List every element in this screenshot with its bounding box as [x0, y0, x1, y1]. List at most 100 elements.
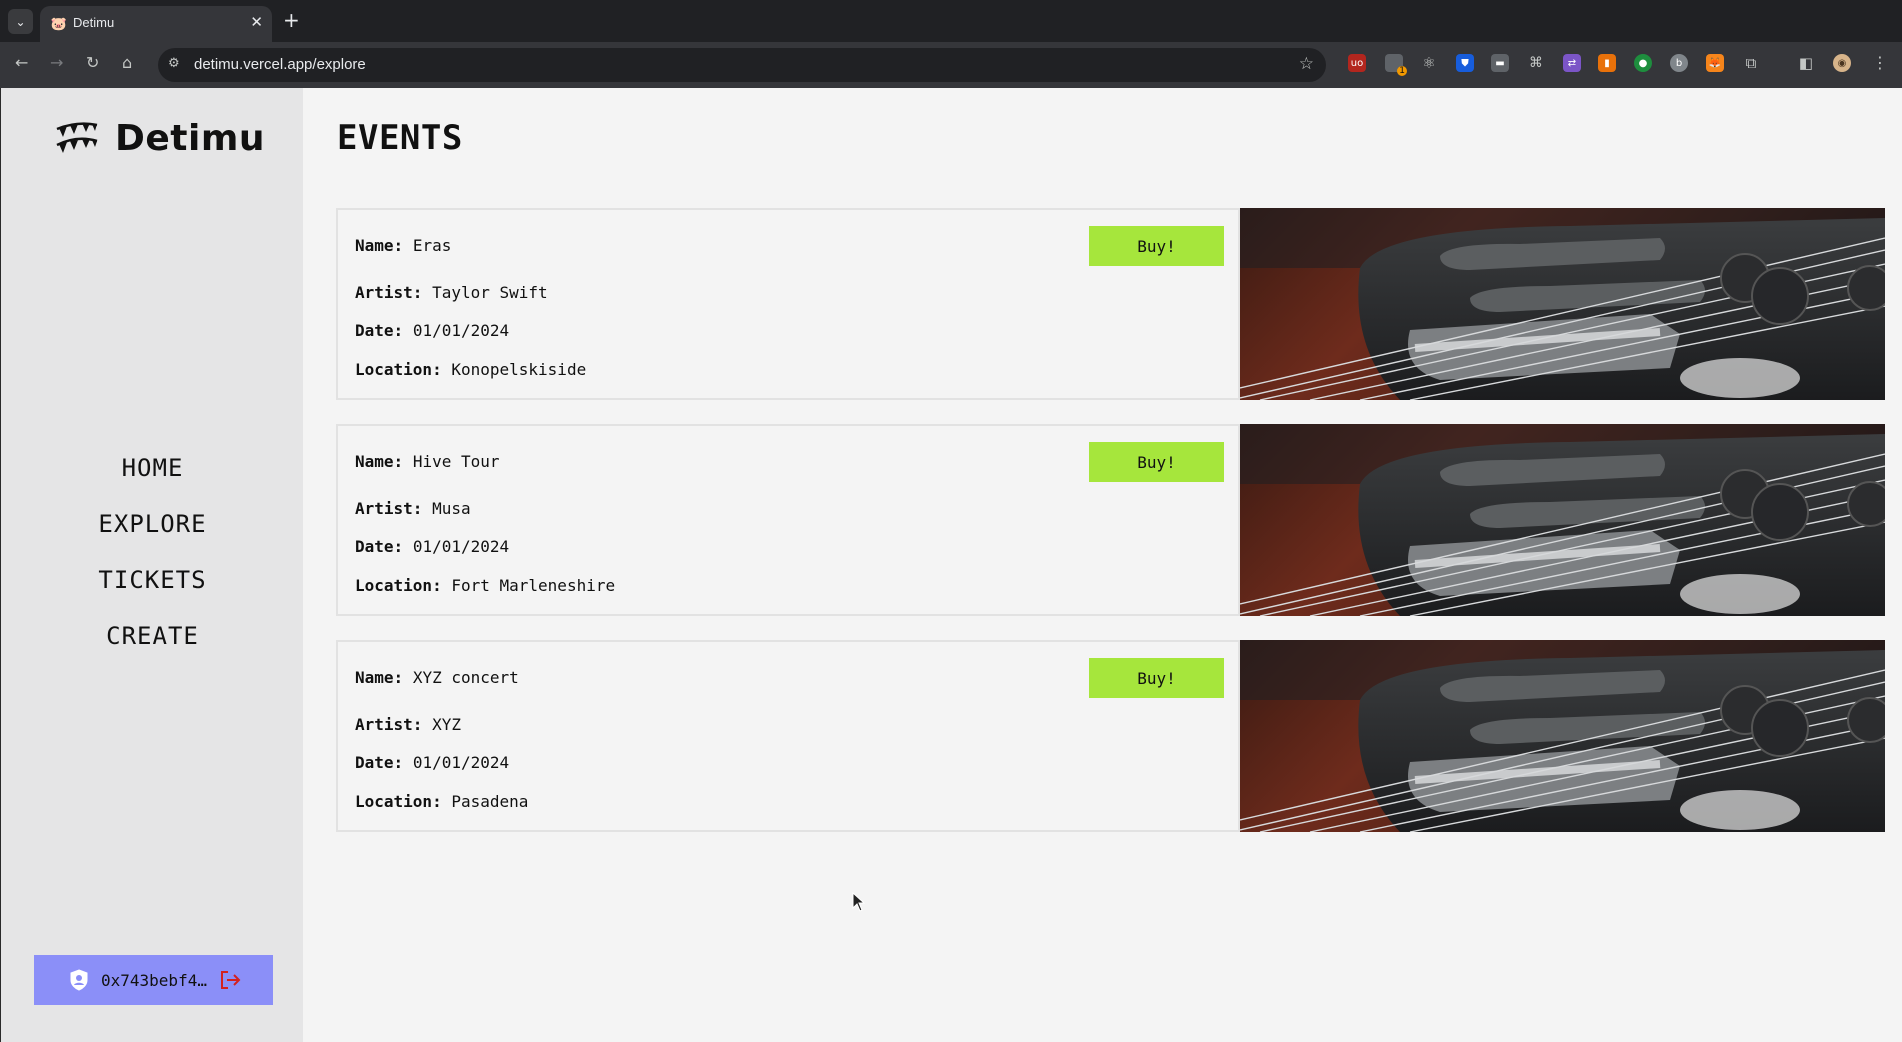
event-location-row: Location: Konopelskiside [355, 360, 586, 379]
logout-icon[interactable] [219, 970, 241, 990]
brand-name: Detimu [115, 118, 265, 159]
main-content: EVENTS [337, 118, 463, 158]
name-label: Name: [355, 668, 404, 687]
wallet-extension-icon[interactable]: ▬ [1491, 54, 1509, 72]
event-artist-row: Artist: XYZ [355, 715, 461, 734]
event-artist: Musa [432, 499, 471, 518]
event-card: Name: Eras Artist: Taylor Swift Date: 01… [336, 208, 1885, 400]
event-name: Hive Tour [412, 452, 500, 471]
event-card: Name: Hive Tour Artist: Musa Date: 01/01… [336, 424, 1885, 616]
event-card: Name: XYZ concert Artist: XYZ Date: 01/0… [336, 640, 1885, 832]
home-icon[interactable]: ⌂ [122, 53, 132, 72]
event-name: Eras [412, 236, 452, 255]
shield-user-icon [70, 969, 88, 991]
event-artist: XYZ [432, 715, 461, 734]
url-text[interactable]: detimu.vercel.app/explore [194, 56, 366, 73]
event-artist-row: Artist: Musa [355, 499, 471, 518]
location-label: Location: [355, 576, 442, 595]
location-label: Location: [355, 360, 442, 379]
wallet-address: 0x743bebf4… [101, 970, 207, 990]
page-title: EVENTS [337, 118, 463, 158]
green-extension-icon[interactable]: ● [1634, 54, 1652, 72]
forward-icon[interactable]: → [50, 53, 63, 72]
nav-home[interactable]: HOME [1, 454, 304, 510]
tab-title: Detimu [73, 15, 115, 30]
tab-strip: ⌄ 🐷 Detimu ✕ + [0, 0, 1902, 42]
site-settings-icon[interactable]: ⚙ [168, 56, 180, 71]
event-location: Pasadena [451, 792, 529, 811]
event-location: Konopelskiside [451, 360, 587, 379]
event-info: Name: XYZ concert Artist: XYZ Date: 01/0… [336, 640, 1240, 832]
bunting-flags-icon [56, 121, 98, 153]
date-label: Date: [355, 537, 404, 556]
page: Detimu HOME EXPLORE TICKETS CREATE 0x743… [0, 88, 1902, 1042]
date-label: Date: [355, 753, 404, 772]
name-label: Name: [355, 452, 404, 471]
event-image [1240, 208, 1885, 400]
browser-tab[interactable]: 🐷 Detimu ✕ [40, 6, 272, 42]
bitwarden-icon[interactable]: ⛊ [1456, 54, 1474, 72]
extensions-puzzle-icon[interactable]: ⧉ [1742, 54, 1760, 72]
nav-explore[interactable]: EXPLORE [1, 510, 304, 566]
pig-icon: 🐷 [50, 16, 68, 32]
event-info: Name: Eras Artist: Taylor Swift Date: 01… [336, 208, 1240, 400]
event-location: Fort Marleneshire [451, 576, 616, 595]
location-label: Location: [355, 792, 442, 811]
event-name-row: Name: Hive Tour [355, 452, 500, 471]
workflow-extension-icon[interactable]: ⇄ [1563, 54, 1581, 72]
event-date: 01/01/2024 [412, 321, 510, 340]
artist-label: Artist: [355, 283, 423, 302]
event-artist: Taylor Swift [432, 283, 548, 302]
side-panel-icon[interactable]: ◧ [1797, 54, 1815, 72]
event-location-row: Location: Pasadena [355, 792, 528, 811]
new-tab-icon[interactable]: + [283, 8, 300, 32]
trash-extension-icon[interactable]: ▮ [1598, 54, 1616, 72]
guitar-photo [1240, 424, 1885, 616]
browser-chrome: ⌄ 🐷 Detimu ✕ + ← → ↻ ⌂ ⚙ detimu.vercel.a… [0, 0, 1902, 88]
command-icon[interactable]: ⌘ [1527, 54, 1545, 72]
date-label: Date: [355, 321, 404, 340]
nav-create[interactable]: CREATE [1, 622, 304, 678]
metamask-fox-icon[interactable]: 🦊 [1706, 54, 1724, 72]
buy-button[interactable]: Buy! [1089, 226, 1224, 266]
back-icon[interactable]: ← [15, 53, 28, 72]
sidebar: Detimu HOME EXPLORE TICKETS CREATE 0x743… [0, 88, 303, 1042]
reload-icon[interactable]: ↻ [86, 53, 99, 72]
close-tab-icon[interactable]: ✕ [250, 13, 263, 31]
extension-badge-count: 1 [1397, 66, 1407, 76]
mouse-cursor-icon [852, 892, 866, 912]
browser-toolbar: ← → ↻ ⌂ ⚙ detimu.vercel.app/explore ☆ uo… [0, 42, 1902, 88]
browser-menu-icon[interactable]: ⋮ [1872, 53, 1888, 72]
event-date-row: Date: 01/01/2024 [355, 753, 509, 772]
react-devtools-icon[interactable]: ⚛ [1420, 54, 1438, 72]
b-extension-icon[interactable]: b [1670, 54, 1688, 72]
brand-logo[interactable]: Detimu [55, 118, 265, 159]
event-image [1240, 424, 1885, 616]
address-bar[interactable]: ⚙ detimu.vercel.app/explore ☆ [158, 48, 1326, 82]
bookmark-star-icon[interactable]: ☆ [1299, 54, 1314, 74]
event-date: 01/01/2024 [412, 753, 510, 772]
event-artist-row: Artist: Taylor Swift [355, 283, 548, 302]
wallet-button[interactable]: 0x743bebf4… [34, 955, 273, 1005]
ublock-extension-icon[interactable]: uo [1348, 54, 1366, 72]
event-info: Name: Hive Tour Artist: Musa Date: 01/01… [336, 424, 1240, 616]
profile-avatar[interactable]: ◉ [1833, 54, 1851, 72]
event-image [1240, 640, 1885, 832]
buy-button[interactable]: Buy! [1089, 658, 1224, 698]
sidebar-nav: HOME EXPLORE TICKETS CREATE [1, 454, 304, 678]
name-label: Name: [355, 236, 404, 255]
extension-badge-icon[interactable]: 1 [1385, 54, 1407, 76]
artist-label: Artist: [355, 499, 423, 518]
nav-tickets[interactable]: TICKETS [1, 566, 304, 622]
event-name-row: Name: XYZ concert [355, 668, 519, 687]
guitar-photo [1240, 208, 1885, 400]
buy-button[interactable]: Buy! [1089, 442, 1224, 482]
guitar-photo [1240, 640, 1885, 832]
event-date-row: Date: 01/01/2024 [355, 321, 509, 340]
event-date: 01/01/2024 [412, 537, 510, 556]
event-location-row: Location: Fort Marleneshire [355, 576, 615, 595]
event-name: XYZ concert [412, 668, 519, 687]
event-date-row: Date: 01/01/2024 [355, 537, 509, 556]
tab-search-icon[interactable]: ⌄ [8, 9, 33, 34]
artist-label: Artist: [355, 715, 423, 734]
